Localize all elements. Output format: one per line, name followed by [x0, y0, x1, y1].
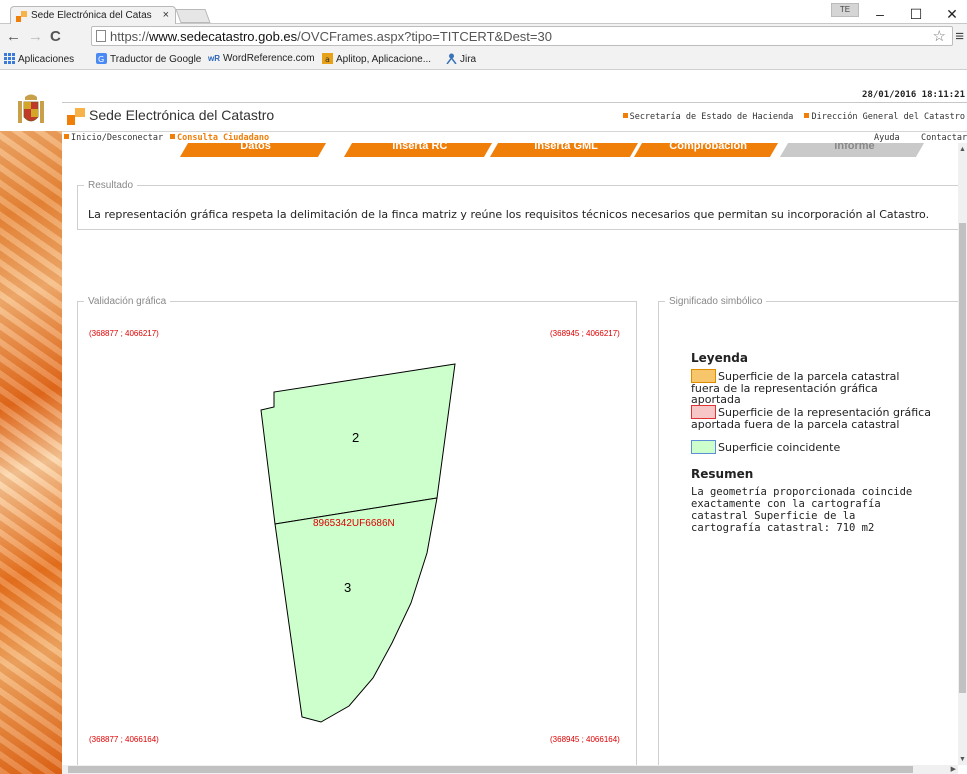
cadastral-reference: 8965342UF6686N	[313, 518, 395, 529]
orange-swatch-icon	[691, 369, 716, 383]
tab-strip: Sede Electrónica del Catas × TE – ☐ ✕	[0, 0, 967, 25]
legend-item-orange: Superficie de la parcela catastral fuera…	[691, 369, 931, 405]
datetime: 28/01/2016 18:11:21	[62, 90, 967, 103]
page-icon	[96, 30, 106, 42]
legend-item-label: Superficie coincidente	[718, 441, 841, 454]
bullet-icon	[804, 113, 810, 118]
pink-swatch-icon	[691, 405, 716, 419]
resumen-title: Resumen	[691, 467, 754, 481]
legend-item-pink: Superficie de la representación gráfica …	[691, 405, 931, 430]
bookmark-wordreference[interactable]: wR WordReference.com	[208, 53, 315, 64]
bookmark-apps[interactable]: Aplicaciones	[4, 53, 74, 65]
jira-icon	[446, 53, 457, 64]
horizontal-scroll-thumb[interactable]	[68, 766, 913, 773]
menu-ayuda[interactable]: Ayuda	[874, 133, 900, 143]
minimize-icon[interactable]: –	[870, 6, 890, 22]
reload-icon[interactable]: C	[50, 28, 61, 45]
crest-box	[0, 90, 62, 131]
aplitop-icon: a	[322, 53, 333, 64]
new-tab-button[interactable]	[175, 9, 211, 23]
spain-coat-of-arms-icon	[18, 94, 44, 123]
menu-consulta[interactable]: Consulta Ciudadano	[170, 133, 269, 143]
parcel-3-label: 3	[344, 580, 352, 595]
green-swatch-icon	[691, 440, 716, 454]
parcel-3-polygon[interactable]	[274, 497, 438, 723]
significado-legend: Significado simbólico	[669, 296, 763, 307]
tab-title: Sede Electrónica del Catas	[31, 10, 152, 21]
navigation-bar: ← → C https://www.sedecatastro.gob.es/OV…	[0, 24, 967, 49]
wordreference-icon: wR	[208, 54, 220, 63]
scroll-down-icon[interactable]: ▼	[959, 756, 966, 763]
address-bar[interactable]: https://www.sedecatastro.gob.es/OVCFrame…	[91, 26, 953, 46]
legend-item-label: Superficie de la parcela catastral fuera…	[691, 370, 900, 406]
window-close-icon[interactable]: ✕	[942, 6, 962, 23]
browser-tab[interactable]: Sede Electrónica del Catas ×	[10, 6, 176, 25]
legend-item-green: Superficie coincidente	[691, 440, 931, 454]
menu-inicio[interactable]: Inicio/Desconectar	[64, 133, 163, 143]
decorative-sidebar	[0, 90, 62, 774]
bookmark-label: Aplicaciones	[18, 54, 75, 65]
bookmark-translate[interactable]: G Traductor de Google	[96, 53, 201, 65]
bookmark-label: WordReference.com	[223, 53, 315, 64]
site-title: Sede Electrónica del Catastro	[89, 107, 275, 123]
scroll-right-icon[interactable]: ▶	[951, 765, 956, 773]
resumen-text: La geometría proporcionada coincide exac…	[691, 486, 913, 534]
site-menu: Inicio/Desconectar Consulta Ciudadano Ay…	[62, 131, 967, 143]
bullet-icon	[622, 113, 628, 118]
catastro-logo-icon	[67, 108, 85, 125]
header-links: Secretaría de Estado de Hacienda Direcci…	[617, 112, 965, 122]
link-secretaria[interactable]: Secretaría de Estado de Hacienda	[630, 112, 794, 122]
url-prefix: https://	[110, 29, 150, 44]
maximize-icon[interactable]: ☐	[906, 6, 926, 23]
horizontal-scrollbar[interactable]: ▶	[62, 765, 958, 774]
leyenda-title: Leyenda	[691, 351, 748, 365]
bullet-icon	[64, 134, 69, 139]
parcel-2-label: 2	[352, 430, 360, 445]
bookmark-label: Aplitop, Aplicacione...	[336, 54, 432, 65]
catastro-favicon-icon	[16, 11, 27, 22]
menu-contactar[interactable]: Contactar	[921, 133, 967, 143]
link-direccion[interactable]: Dirección General del Catastro	[811, 112, 965, 122]
bookmark-label: Traductor de Google	[110, 54, 202, 65]
scroll-up-icon[interactable]: ▲	[959, 146, 966, 153]
legend-item-label: Superficie de la representación gráfica …	[691, 406, 931, 431]
vertical-scroll-thumb[interactable]	[959, 223, 966, 693]
profile-badge[interactable]: TE	[831, 3, 859, 17]
vertical-scrollbar[interactable]: ▲ ▼	[958, 143, 967, 765]
svg-text:a: a	[325, 55, 330, 64]
bookmark-jira[interactable]: Jira	[446, 53, 476, 65]
forward-icon[interactable]: →	[28, 28, 43, 45]
menu-inicio-label: Inicio/Desconectar	[71, 133, 164, 143]
main-content: Datos Inserta RC Inserta GML Comprobació…	[62, 143, 958, 765]
google-translate-icon: G	[96, 53, 107, 64]
site-header: 28/01/2016 18:11:21 Sede Electrónica del…	[62, 90, 967, 131]
tab-close-icon[interactable]: ×	[163, 9, 169, 21]
bookmark-aplitop[interactable]: a Aplitop, Aplicacione...	[322, 53, 431, 65]
bookmark-star-icon[interactable]: ☆	[933, 27, 946, 45]
bookmark-label: Jira	[460, 54, 477, 65]
bookmarks-bar: Aplicaciones G Traductor de Google wR Word…	[0, 49, 967, 70]
bullet-icon	[170, 134, 175, 139]
back-icon[interactable]: ←	[6, 28, 21, 45]
svg-text:G: G	[98, 55, 104, 64]
browser-menu-icon[interactable]: ≡	[955, 28, 964, 45]
menu-consulta-label: Consulta Ciudadano	[177, 133, 270, 143]
apps-grid-icon	[4, 53, 15, 64]
url-host: www.sedecatastro.gob.es	[149, 29, 298, 44]
url-path: /OVCFrames.aspx?tipo=TITCERT&Dest=30	[297, 29, 552, 44]
